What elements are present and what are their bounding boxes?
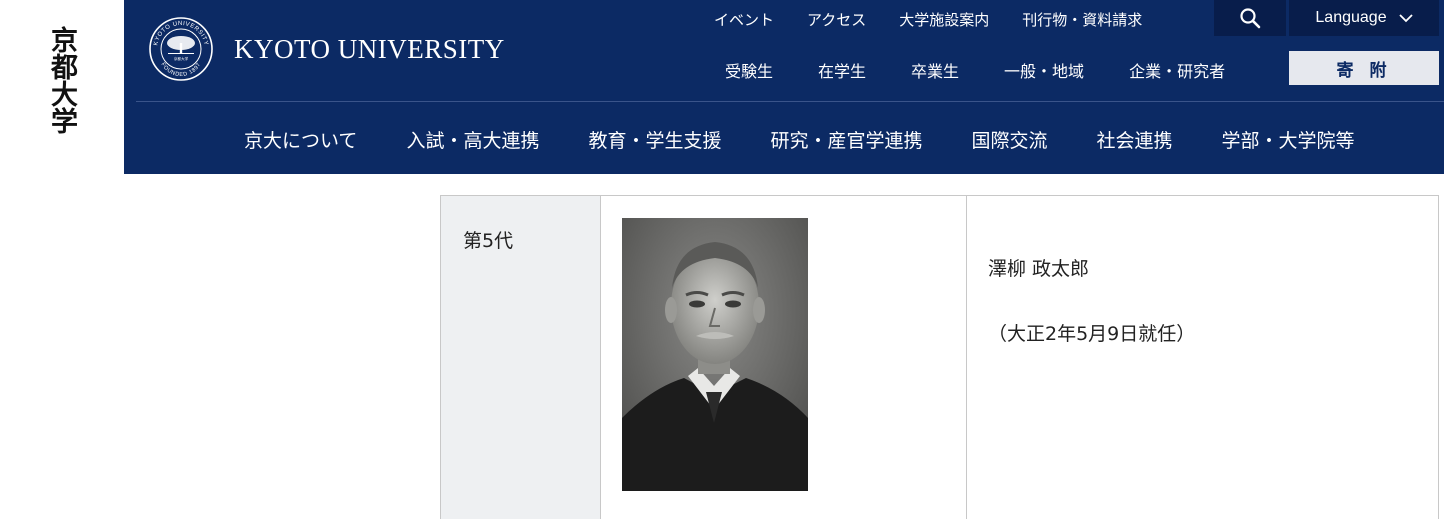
search-icon xyxy=(1240,8,1261,29)
generation-cell: 第5代 xyxy=(441,196,601,519)
photo-cell xyxy=(601,196,967,519)
vertical-logo-text: 京都大学 xyxy=(46,26,77,134)
link-students[interactable]: 在学生 xyxy=(818,58,866,82)
link-facilities[interactable]: 大学施設案内 xyxy=(899,9,989,35)
link-events[interactable]: イベント xyxy=(714,9,774,35)
emblem-center-text: 京都大学 xyxy=(174,56,189,61)
vertical-logo[interactable]: 京都大学 xyxy=(0,0,124,174)
nav-education[interactable]: 教育・学生支援 xyxy=(588,126,721,153)
donate-button[interactable]: 寄 附 xyxy=(1289,51,1439,85)
generation-label: 第5代 xyxy=(463,230,514,252)
link-applicants[interactable]: 受験生 xyxy=(725,58,773,82)
brand-name: KYOTO UNIVERSITY xyxy=(234,33,505,64)
nav-community[interactable]: 社会連携 xyxy=(1097,126,1173,153)
university-emblem-icon: KYOTO UNIVERSITY FOUNDED 1897 京都大学 xyxy=(149,17,213,81)
info-cell: 澤柳 政太郎 （大正2年5月9日就任） xyxy=(967,196,1438,519)
brand-link[interactable]: KYOTO UNIVERSITY FOUNDED 1897 京都大学 KYOTO… xyxy=(148,16,505,82)
link-publications[interactable]: 刊行物・資料請求 xyxy=(1022,9,1142,35)
utility-links: イベント アクセス 大学施設案内 刊行物・資料請求 xyxy=(714,9,1175,35)
site-header: KYOTO UNIVERSITY FOUNDED 1897 京都大学 KYOTO… xyxy=(124,0,1444,174)
president-name: 澤柳 政太郎 xyxy=(988,258,1090,280)
chevron-down-icon xyxy=(1398,13,1413,22)
link-business[interactable]: 企業・研究者 xyxy=(1129,58,1225,82)
presidents-table-row: 第5代 澤柳 政太郎 （大正2年5月9日就任） xyxy=(440,195,1439,519)
audience-links: 受験生 在学生 卒業生 一般・地域 企業・研究者 xyxy=(725,58,1270,82)
language-button[interactable]: Language xyxy=(1289,0,1439,36)
search-button[interactable] xyxy=(1214,0,1286,36)
link-alumni[interactable]: 卒業生 xyxy=(911,58,959,82)
link-access[interactable]: アクセス xyxy=(807,9,866,35)
nav-about[interactable]: 京大について xyxy=(244,126,357,153)
main-nav: 京大について 入試・高大連携 教育・学生支援 研究・産官学連携 国際交流 社会連… xyxy=(244,126,1404,153)
nav-international[interactable]: 国際交流 xyxy=(971,126,1047,153)
header-divider xyxy=(136,101,1444,102)
nav-faculties[interactable]: 学部・大学院等 xyxy=(1222,126,1355,153)
link-public[interactable]: 一般・地域 xyxy=(1004,58,1084,82)
nav-research[interactable]: 研究・産官学連携 xyxy=(770,126,922,153)
language-label: Language xyxy=(1315,9,1387,26)
president-portrait xyxy=(622,218,808,491)
appointment-date: （大正2年5月9日就任） xyxy=(988,323,1196,345)
nav-admissions[interactable]: 入試・高大連携 xyxy=(406,126,539,153)
